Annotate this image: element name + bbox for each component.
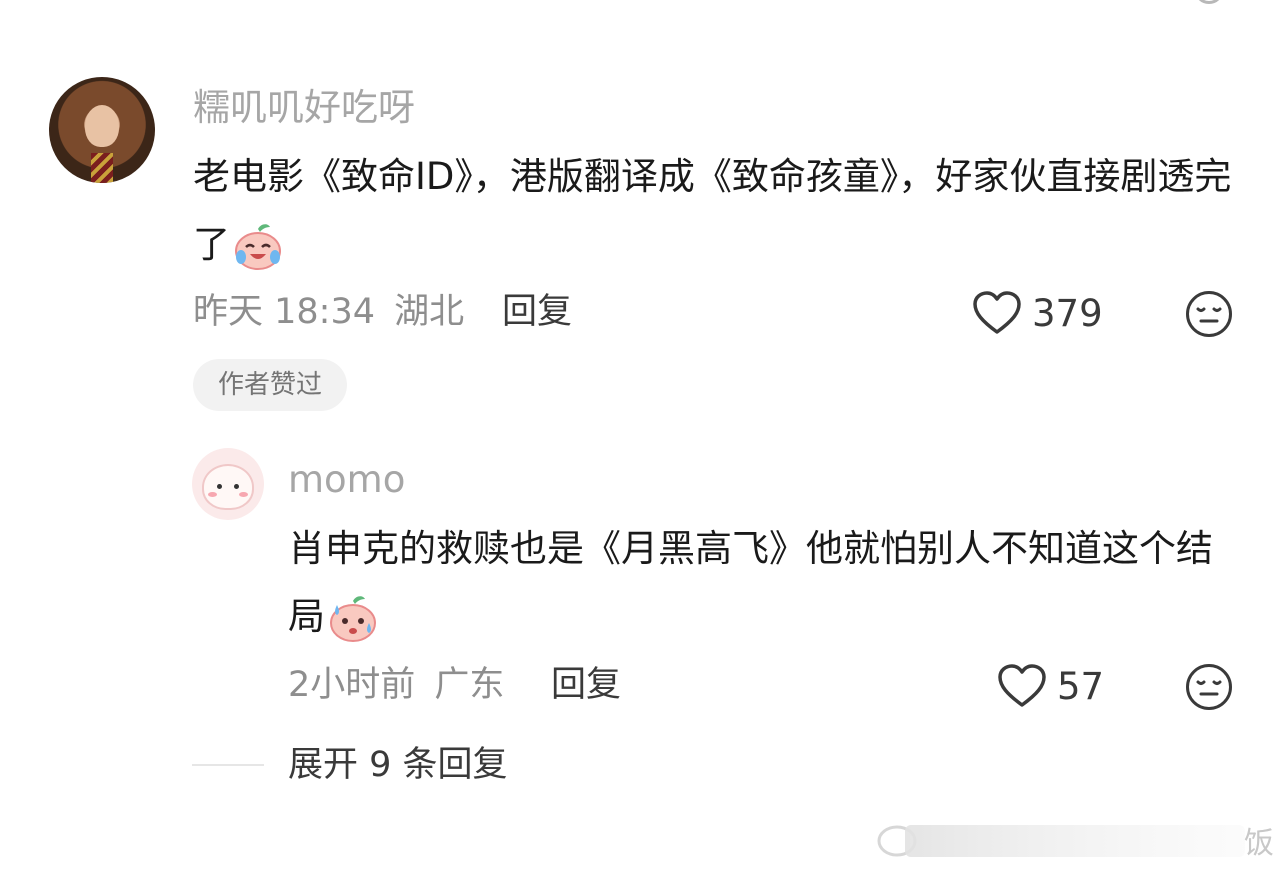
- reply-meta: 2小时前 广东: [288, 663, 504, 707]
- reply-button[interactable]: 回复: [502, 290, 572, 334]
- avatar-character: [202, 464, 254, 510]
- comment-username[interactable]: 糯叽叽好吃呀: [193, 86, 415, 130]
- neutral-face-icon[interactable]: [1185, 290, 1233, 338]
- comment-meta: 昨天 18:34 湖北: [193, 290, 464, 334]
- avatar-eye-left: [217, 484, 222, 489]
- reply-avatar[interactable]: [192, 448, 264, 520]
- comment-thread: 糯叽叽好吃呀 老电影《致命ID》，港版翻译成《致命孩童》，好家伙直接剧透完了 昨…: [0, 0, 1284, 873]
- watermark-text: 饭: [1244, 826, 1274, 861]
- reply-text: 肖申克的救赎也是《月黑高飞》他就怕别人不知道这个结局: [288, 527, 1213, 638]
- reply-location: 广东: [434, 665, 505, 705]
- reply-reply-button[interactable]: 回复: [551, 663, 621, 707]
- reply-like-count: 57: [1057, 664, 1105, 708]
- avatar-face: [85, 105, 119, 147]
- comment-location: 湖北: [394, 292, 465, 332]
- comment-time: 昨天 18:34: [193, 292, 375, 332]
- heart-outline-icon: [973, 291, 1021, 334]
- comment-text: 老电影《致命ID》，港版翻译成《致命孩童》，好家伙直接剧透完了: [193, 155, 1232, 266]
- expand-divider: [192, 764, 264, 766]
- heart-outline-icon: [998, 664, 1046, 707]
- author-liked-badge: 作者赞过: [193, 359, 347, 411]
- expand-replies-button[interactable]: 展开 9 条回复: [288, 743, 508, 787]
- avatar-cheek-left: [208, 492, 217, 497]
- top-partial-icon: [1194, 0, 1224, 4]
- avatar-cheek-right: [239, 492, 248, 497]
- reply-time: 2小时前: [288, 665, 416, 705]
- avatar[interactable]: [49, 77, 155, 183]
- like-button[interactable]: 379: [972, 290, 1103, 336]
- crying-laughing-emoji-icon: [235, 223, 281, 270]
- neutral-face-icon[interactable]: [1185, 663, 1233, 711]
- reply-content: 肖申克的救赎也是《月黑高飞》他就怕别人不知道这个结局: [288, 515, 1248, 651]
- avatar-tie: [91, 153, 113, 183]
- reply-username[interactable]: momo: [288, 458, 405, 502]
- avatar-eye-right: [234, 484, 239, 489]
- watermark-logo-icon: [877, 825, 1245, 857]
- reply-like-button[interactable]: 57: [997, 663, 1104, 709]
- like-count: 379: [1032, 291, 1103, 335]
- comment-content: 老电影《致命ID》，港版翻译成《致命孩童》，好家伙直接剧透完了: [193, 143, 1253, 279]
- sweat-emoji-icon: [330, 595, 376, 642]
